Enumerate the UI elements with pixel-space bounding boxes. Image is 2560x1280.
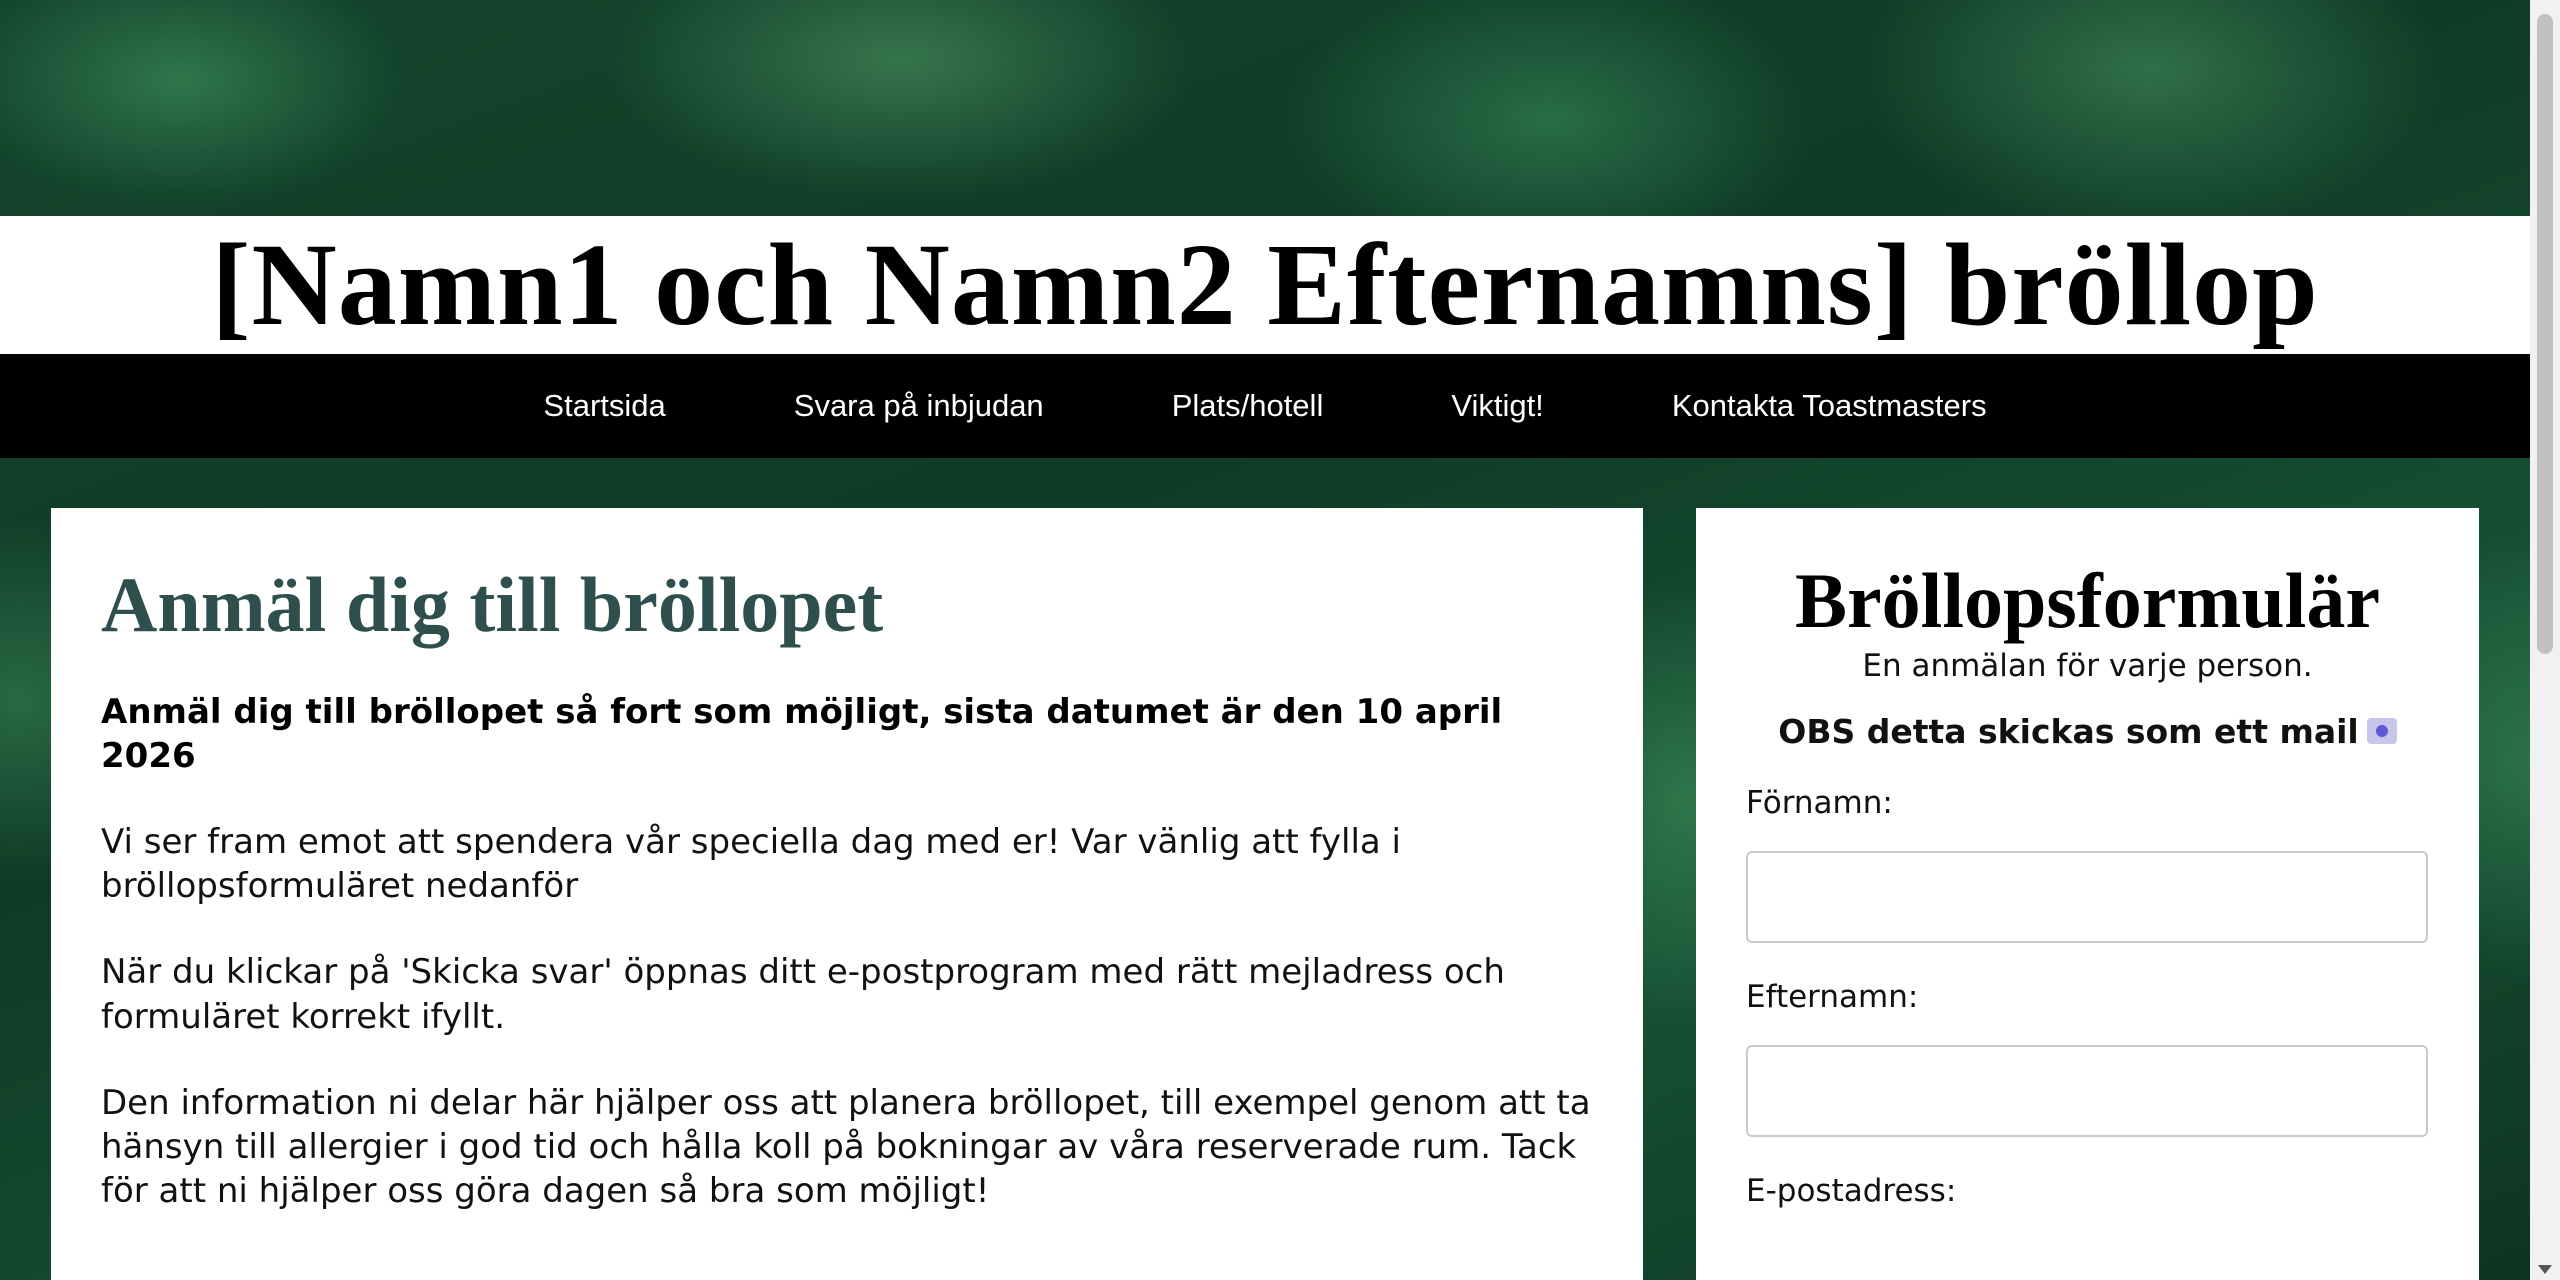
- last-name-field[interactable]: [1746, 1044, 2428, 1137]
- nav-item-startsida[interactable]: Startsida: [479, 388, 729, 424]
- form-subtitle: En anmälan för varje person.: [1862, 647, 2313, 684]
- scroll-down-arrow-icon[interactable]: [2538, 1265, 2552, 1274]
- wedding-form-card: Bröllopsformulär En anmälan för varje pe…: [1696, 508, 2479, 1280]
- email-label: E-postadress:: [1746, 1172, 1957, 1209]
- nav-item-plats-hotell[interactable]: Plats/hotell: [1108, 388, 1388, 424]
- form-title: Bröllopsformulär: [1795, 557, 2380, 644]
- form-email-note: OBS detta skickas som ett mail: [1746, 712, 2429, 751]
- main-navigation: Startsida Svara på inbjudan Plats/hotell…: [0, 354, 2530, 458]
- email-emoji-icon: [2366, 718, 2397, 745]
- form-note-text: OBS detta skickas som ett mail: [1778, 711, 2359, 751]
- last-name-label: Efternamn:: [1746, 978, 1919, 1015]
- site-title: [Namn1 och Namn2 Efternamns] bröllop: [211, 219, 2319, 350]
- purpose-paragraph: Den information ni delar här hjälper oss…: [101, 1082, 1591, 1212]
- deadline-text: Anmäl dig till bröllopet så fort som möj…: [101, 691, 1503, 776]
- scrollbar-thumb[interactable]: [2537, 14, 2553, 654]
- rsvp-info-card: Anmäl dig till bröllopet Anmäl dig till …: [51, 508, 1643, 1280]
- rsvp-heading: Anmäl dig till bröllopet: [101, 561, 884, 648]
- nav-item-kontakta-toastmasters[interactable]: Kontakta Toastmasters: [1608, 388, 2051, 424]
- page-scrollbar[interactable]: [2530, 0, 2560, 1280]
- first-name-label: Förnamn:: [1746, 784, 1893, 821]
- title-band: [Namn1 och Namn2 Efternamns] bröllop: [0, 216, 2530, 354]
- submit-info-paragraph: När du klickar på 'Skicka svar' öppnas d…: [101, 952, 1505, 1037]
- nav-item-viktigt[interactable]: Viktigt!: [1387, 388, 1607, 424]
- wedding-form: Förnamn: Efternamn: E-postadress:: [1746, 785, 2429, 1209]
- nav-item-svara-pa-inbjudan[interactable]: Svara på inbjudan: [730, 388, 1108, 424]
- first-name-field[interactable]: [1746, 850, 2428, 943]
- intro-paragraph: Vi ser fram emot att spendera vår specie…: [101, 821, 1401, 907]
